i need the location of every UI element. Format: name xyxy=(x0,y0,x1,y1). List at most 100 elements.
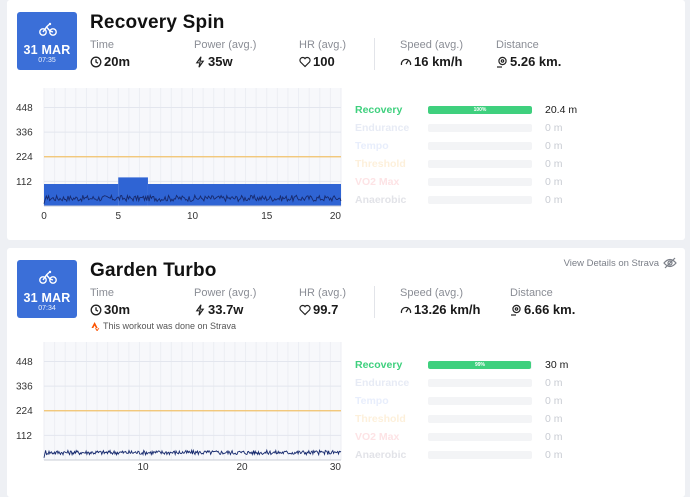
zone-row-recovery: Recovery 100% 20.4 m xyxy=(355,103,605,117)
workout-title[interactable]: Garden Turbo xyxy=(90,260,217,282)
heart-icon xyxy=(299,56,311,67)
date-day: 31 MAR xyxy=(23,43,71,57)
stat-time: Time 30m xyxy=(90,287,130,317)
zone-row-vo2-max: VO2 Max 0 m xyxy=(355,430,605,444)
stat-distance: Distance 5.26 km. xyxy=(496,39,561,69)
zone-minutes: 20.4 m xyxy=(545,104,578,116)
zone-bar: 100% xyxy=(428,106,532,114)
zone-minutes: 0 m xyxy=(545,122,563,134)
zone-row-tempo: Tempo 0 m xyxy=(355,394,605,408)
zone-bar xyxy=(428,160,532,168)
zone-row-vo2-max: VO2 Max 0 m xyxy=(355,175,605,189)
x-tick-label: 30 xyxy=(330,462,342,472)
x-tick-label: 10 xyxy=(187,211,199,222)
x-tick-label: 10 xyxy=(137,462,149,472)
x-tick-label: 20 xyxy=(330,211,342,222)
zone-bar xyxy=(428,196,532,204)
zone-name: Tempo xyxy=(355,140,389,152)
workout-card: 31 MAR 07:34 Garden Turbo View Details o… xyxy=(7,248,685,497)
date-badge: 31 MAR 07:34 xyxy=(17,260,77,318)
eye-off-icon[interactable] xyxy=(663,257,677,269)
clock-icon xyxy=(90,56,102,67)
zone-minutes: 0 m xyxy=(545,449,563,461)
zone-bar xyxy=(428,433,532,441)
zone-minutes: 0 m xyxy=(545,395,563,407)
stat-label: Power (avg.) xyxy=(194,287,257,299)
bicycle-icon xyxy=(39,270,57,284)
stat-speed: Speed (avg.) 13.26 km/h xyxy=(400,287,481,317)
zone-minutes: 0 m xyxy=(545,158,563,170)
zone-minutes: 0 m xyxy=(545,431,563,443)
stat-time: Time 20m xyxy=(90,39,130,69)
date-time: 07:35 xyxy=(38,57,56,64)
stat-label: HR (avg.) xyxy=(299,287,347,299)
zone-row-anaerobic: Anaerobic 0 m xyxy=(355,448,605,462)
zone-row-endurance: Endurance 0 m xyxy=(355,121,605,135)
zone-bar xyxy=(428,415,532,423)
workout-card: 31 MAR 07:35 Recovery Spin Time 20m Powe… xyxy=(7,0,685,240)
y-tick-label: 448 xyxy=(16,357,33,368)
zone-name: Threshold xyxy=(355,158,406,170)
speedometer-icon xyxy=(400,306,412,313)
zone-bar xyxy=(428,142,532,150)
zone-minutes: 0 m xyxy=(545,377,563,389)
zone-name: VO2 Max xyxy=(355,176,400,188)
x-tick-label: 15 xyxy=(261,211,273,222)
strava-note: This workout was done on Strava xyxy=(91,321,236,331)
stat-value: 33.7w xyxy=(208,302,244,317)
route-icon xyxy=(497,56,507,68)
zone-name: Threshold xyxy=(355,413,406,425)
zone-row-tempo: Tempo 0 m xyxy=(355,139,605,153)
power-chart-svg: 448 336 224 112 0 5 10 15 20 xyxy=(16,88,342,222)
zone-name: Tempo xyxy=(355,395,389,407)
route-icon xyxy=(511,304,521,316)
zone-row-recovery: Recovery 99% 30 m xyxy=(355,358,605,372)
stat-value: 100 xyxy=(313,54,335,69)
y-tick-label: 336 xyxy=(16,382,33,393)
strava-icon xyxy=(91,321,100,331)
zone-bar xyxy=(428,178,532,186)
lightning-icon xyxy=(195,55,205,68)
zone-name: VO2 Max xyxy=(355,431,400,443)
workout-title[interactable]: Recovery Spin xyxy=(90,12,225,34)
x-tick-label: 20 xyxy=(236,462,248,472)
target-block xyxy=(44,184,119,206)
y-tick-label: 448 xyxy=(16,103,33,114)
zone-percent: 99% xyxy=(474,362,485,368)
clock-icon xyxy=(90,304,102,315)
heart-icon xyxy=(299,304,311,315)
lightning-icon xyxy=(195,303,205,316)
zone-minutes: 0 m xyxy=(545,176,563,188)
y-tick-label: 224 xyxy=(16,152,33,163)
zone-row-endurance: Endurance 0 m xyxy=(355,376,605,390)
date-time: 07:34 xyxy=(38,305,56,312)
stat-label: Power (avg.) xyxy=(194,39,257,51)
view-on-strava-label: View Details on Strava xyxy=(563,257,659,269)
zone-name: Recovery xyxy=(355,104,403,116)
stat-hr: HR (avg.) 100 xyxy=(299,39,346,69)
power-chart: 448 336 224 112 0 5 10 15 20 xyxy=(16,86,343,226)
date-day: 31 MAR xyxy=(23,291,71,305)
view-on-strava-link[interactable]: View Details on Strava xyxy=(564,257,677,269)
x-tick-label: 0 xyxy=(41,211,47,222)
stat-power: Power (avg.) 35w xyxy=(194,39,256,69)
zone-name: Anaerobic xyxy=(355,194,407,206)
y-tick-label: 112 xyxy=(16,431,32,442)
stat-power: Power (avg.) 33.7w xyxy=(194,287,256,317)
zone-bar: 99% xyxy=(428,361,532,369)
stat-speed: Speed (avg.) 16 km/h xyxy=(400,39,463,69)
y-tick-label: 224 xyxy=(16,406,33,417)
zone-minutes: 0 m xyxy=(545,140,563,152)
stat-label: Distance xyxy=(510,287,553,299)
stat-label: Time xyxy=(90,39,115,51)
bicycle-icon xyxy=(39,22,57,36)
zone-minutes: 30 m xyxy=(545,359,569,371)
stat-value: 6.66 km. xyxy=(524,302,576,317)
zone-name: Endurance xyxy=(355,377,410,389)
zone-name: Anaerobic xyxy=(355,449,407,461)
zone-minutes: 0 m xyxy=(545,194,563,206)
divider xyxy=(374,38,375,70)
stat-label: Speed (avg.) xyxy=(400,39,463,51)
stat-value: 30m xyxy=(104,302,131,317)
stat-value: 20m xyxy=(104,54,131,69)
